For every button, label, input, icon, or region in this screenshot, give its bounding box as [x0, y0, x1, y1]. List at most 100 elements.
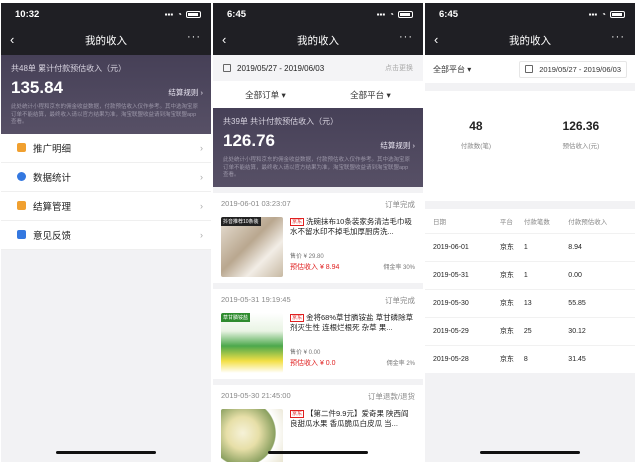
home-indicator[interactable]: [268, 451, 368, 454]
stat-value: 126.36: [562, 119, 600, 133]
back-icon[interactable]: ‹: [434, 32, 438, 47]
income-summary: 共48单 累计付款预估收入（元） 135.84 结算规则 › 此处统计小程和京东…: [1, 55, 211, 134]
order-time: 2019-05-31 19:19:45: [221, 294, 291, 304]
cell-income: 30.12: [568, 316, 635, 345]
order-status: 订单完成: [385, 199, 415, 209]
product-title-text: 金将68%草甘膦铵盐 草甘磷除草剂灭生性 连根烂根死 杂草 果...: [290, 312, 414, 332]
status-time: 6:45: [227, 8, 247, 20]
product-title: 京东 洗碗抹布10条装家务清洁毛巾吸水不留水印不掉毛加厚厨房洗...: [290, 217, 415, 237]
signal-icon: ▪▪▪: [164, 9, 174, 19]
cell-income: 31.45: [568, 344, 635, 373]
phone-screen-data-stats: 6:45 ▪▪▪ ◔ ‹ 我的收入 ··· 全部平台 ▾ 2019/05/27 …: [425, 3, 635, 462]
table-row: 2019-06-01 京东 1 8.94: [425, 232, 635, 261]
settlement-icon: [17, 201, 26, 210]
cell-platform: 京东: [499, 344, 524, 373]
back-icon[interactable]: ‹: [10, 32, 14, 47]
status-icons: ▪▪▪ ◔: [377, 10, 413, 19]
product-title-text: 【第二件9.9元】爱奇果 陕西阎良甜瓜水果 香瓜脆瓜白皮瓜 当...: [290, 408, 409, 428]
nav-bar: ‹ 我的收入 ···: [213, 25, 423, 55]
product-price: 售价 ¥ 0.00: [290, 349, 321, 356]
change-date-link[interactable]: 点击更换: [385, 63, 413, 73]
menu-item-data-stats[interactable]: 数据统计 ›: [1, 163, 211, 192]
date-range-picker[interactable]: 2019/05/27 - 2019/06/03: [519, 60, 627, 78]
status-icons: ▪▪▪ ◔: [589, 10, 625, 19]
order-header: 2019-05-30 21:45:00 订单退款/退货: [221, 391, 415, 402]
product-title-text: 洗碗抹布10条装家务清洁毛巾吸水不留水印不掉毛加厚厨房洗...: [290, 216, 412, 236]
menu-item-label: 结算管理: [33, 201, 72, 213]
menu-list: 推广明细 › 数据统计 › 结算管理 › 意见反馈 ›: [1, 133, 211, 250]
cell-count: 13: [523, 288, 569, 317]
menu-item-settlement[interactable]: 结算管理 ›: [1, 192, 211, 221]
stat-payment-count: 48 付款数(笔): [461, 119, 491, 201]
date-range: 2019/05/27 - 2019/06/03: [539, 64, 621, 74]
menu-item-label: 数据统计: [33, 172, 72, 184]
order-header: 2019-05-31 19:19:45 订单完成: [221, 295, 415, 306]
product-title: 京东 【第二件9.9元】爱奇果 陕西阎良甜瓜水果 香瓜脆瓜白皮瓜 当...: [290, 409, 415, 429]
top-bar: 6:45 ▪▪▪ ◔ ‹ 我的收入 ···: [213, 3, 423, 55]
income-note: 此处统计小程和京东的佣金收益数据，付款预估收入仅作参考。其中选淘宝原订单不能结算…: [11, 104, 199, 125]
wifi-icon: ◔: [601, 9, 606, 19]
table-row: 2019-05-30 京东 13 55.85: [425, 288, 635, 317]
home-indicator[interactable]: [480, 451, 580, 454]
platform-badge: 京东: [290, 313, 305, 322]
nav-bar: ‹ 我的收入 ···: [1, 25, 211, 55]
order-status: 订单完成: [385, 295, 415, 305]
menu-item-label: 意见反馈: [33, 230, 72, 242]
cell-date: 2019-06-01: [425, 232, 500, 261]
page-title: 我的收入: [509, 34, 551, 47]
order-time: 2019-06-01 03:23:07: [221, 198, 291, 208]
cell-date: 2019-05-31: [425, 260, 500, 289]
date-range-picker[interactable]: 2019/05/27 - 2019/06/03 点击更换: [213, 55, 423, 81]
order-info: 京东 金将68%草甘膦铵盐 草甘磷除草剂灭生性 连根烂根死 杂草 果... 售价 …: [290, 313, 415, 373]
order-status: 订单退款/退货: [367, 391, 415, 401]
cell-count: 1: [523, 232, 569, 261]
cell-count: 1: [523, 260, 569, 289]
platform-filter-dropdown[interactable]: 全部平台 ▾: [350, 89, 391, 101]
home-indicator[interactable]: [56, 451, 156, 454]
status-time: 10:32: [15, 8, 40, 20]
platform-badge: 京东: [290, 217, 305, 226]
cell-date: 2019-05-30: [425, 288, 500, 317]
cell-income: 8.94: [568, 232, 635, 261]
signal-icon: ▪▪▪: [588, 9, 598, 19]
cell-count: 8: [523, 344, 569, 373]
stat-label: 付款数(笔): [460, 143, 492, 150]
battery-icon: [610, 10, 625, 18]
order-info: 京东 洗碗抹布10条装家务清洁毛巾吸水不留水印不掉毛加厚厨房洗... 售价 ¥ 2…: [290, 217, 415, 277]
cell-platform: 京东: [499, 316, 524, 345]
estimated-income: 预估收入 ¥ 0.0: [290, 359, 336, 367]
more-icon[interactable]: ···: [399, 31, 413, 43]
battery-icon: [186, 10, 201, 18]
back-icon[interactable]: ‹: [222, 32, 226, 47]
order-body: 抖音推荐10条装 京东 洗碗抹布10条装家务清洁毛巾吸水不留水印不掉毛加厚厨房洗.…: [221, 216, 415, 277]
more-icon[interactable]: ···: [611, 31, 625, 43]
estimated-income: 预估收入 ¥ 8.94: [290, 263, 340, 271]
column-header-platform: 平台: [499, 218, 513, 226]
platform-filter-dropdown[interactable]: 全部平台 ▾: [433, 64, 471, 75]
order-filter-dropdown[interactable]: 全部订单 ▾: [245, 89, 286, 101]
platform-badge: 京东: [290, 409, 305, 418]
phone-screen-order-list: 6:45 ▪▪▪ ◔ ‹ 我的收入 ··· 2019/05/27 - 2019/…: [213, 3, 423, 462]
commission-rate: 佣金率 2%: [386, 360, 415, 367]
phone-screen-income-menu: 10:32 ▪▪▪ ◔ ‹ 我的收入 ··· 共48单 累计付款预估收入（元） …: [1, 3, 211, 462]
order-card[interactable]: 2019-06-01 03:23:07 订单完成 抖音推荐10条装 京东 洗碗抹布…: [213, 192, 423, 283]
menu-item-feedback[interactable]: 意见反馈 ›: [1, 221, 211, 250]
menu-item-promotion-details[interactable]: 推广明细 ›: [1, 134, 211, 163]
cell-date: 2019-05-28: [425, 344, 500, 373]
column-header-date: 日期: [433, 218, 446, 226]
top-bar: 10:32 ▪▪▪ ◔ ‹ 我的收入 ···: [1, 3, 211, 55]
order-count-text: 共48单 累计付款预估收入（元）: [11, 64, 127, 73]
order-card[interactable]: 2019-05-31 19:19:45 订单完成 草甘膦铵盐 京东 金将68%草甘…: [213, 288, 423, 379]
table-row: 2019-05-28 京东 8 31.45: [425, 344, 635, 373]
wifi-icon: ◔: [177, 9, 182, 19]
table-row: 2019-05-31 京东 1 0.00: [425, 260, 635, 289]
stat-value: 48: [469, 119, 483, 133]
settlement-rule-link[interactable]: 结算规则 ›: [168, 87, 203, 98]
list-icon: [17, 143, 26, 152]
settlement-rule-link[interactable]: 结算规则 ›: [380, 140, 415, 151]
more-icon[interactable]: ···: [187, 31, 201, 43]
status-bar: 10:32 ▪▪▪ ◔: [1, 3, 211, 25]
product-thumbnail: 抖音推荐10条装: [221, 216, 283, 277]
page-title: 我的收入: [297, 34, 339, 47]
order-header: 2019-06-01 03:23:07 订单完成: [221, 199, 415, 210]
